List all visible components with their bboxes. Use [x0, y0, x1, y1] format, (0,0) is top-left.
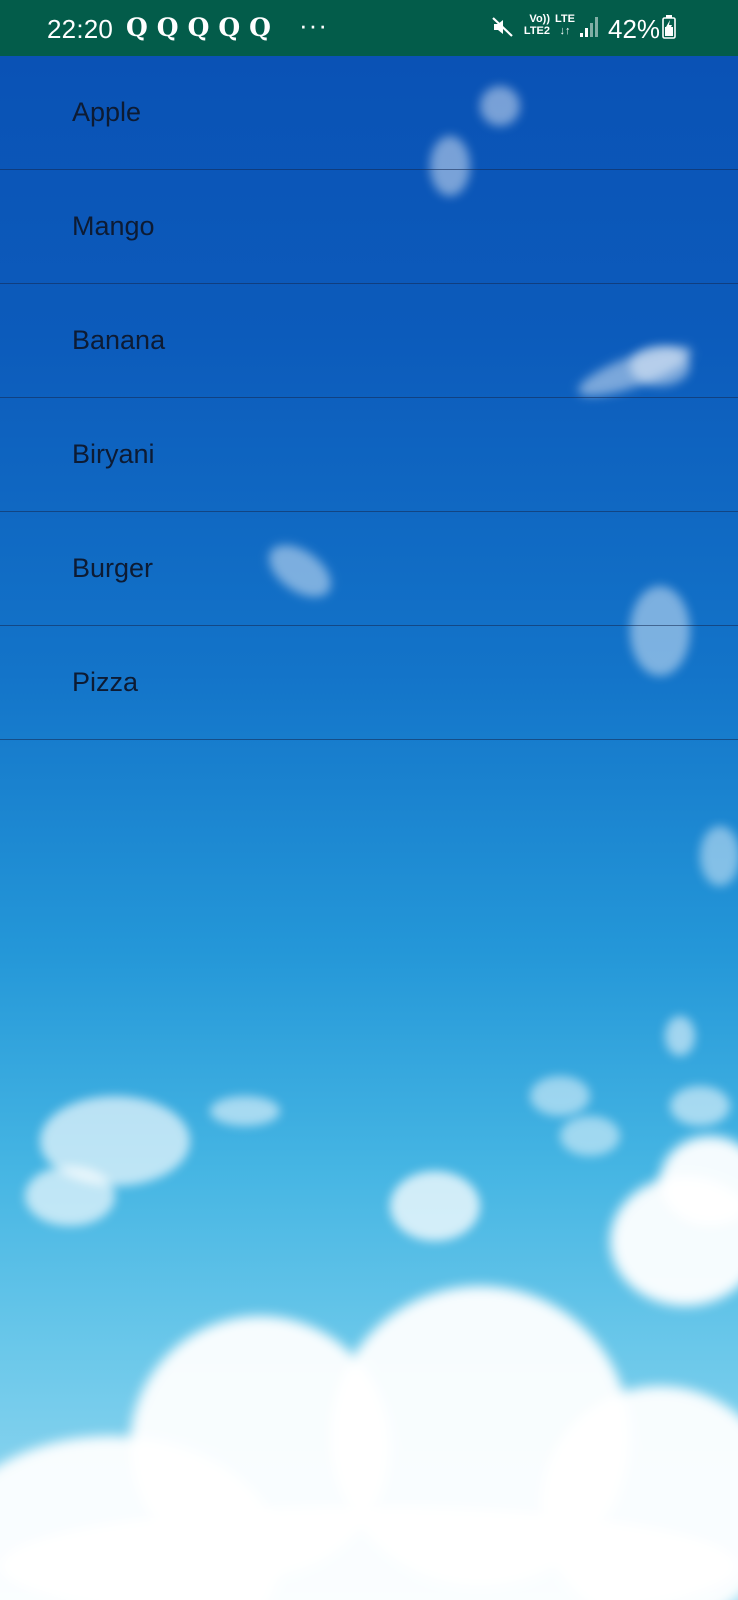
notification-q-icon: Q: [218, 13, 241, 42]
status-time: 22:20: [47, 14, 114, 44]
list-item-label: Apple: [72, 96, 142, 127]
list-item[interactable]: Mango: [0, 170, 738, 284]
food-list: Apple Mango Banana Biryani Burger Pizza: [0, 56, 738, 740]
notification-q-icon: Q: [156, 13, 179, 42]
list-item[interactable]: Apple: [0, 56, 738, 170]
list-item[interactable]: Banana: [0, 284, 738, 398]
notification-q-icon: Q: [187, 13, 210, 42]
lte-icon: LTE ↓↑: [555, 13, 575, 37]
notification-q-icon: Q: [249, 13, 271, 42]
notification-icons: Q Q Q Q Q: [126, 12, 280, 44]
list-item-label: Burger: [72, 552, 154, 583]
list-item[interactable]: Biryani: [0, 398, 738, 512]
mute-icon: [491, 15, 515, 44]
list-item-label: Banana: [72, 324, 166, 355]
volte-icon: Vo)) LTE2: [523, 13, 550, 37]
battery-percent: 42%: [608, 14, 661, 44]
list-item-label: Pizza: [72, 666, 139, 697]
list-item-label: Mango: [72, 210, 155, 241]
list-item-label: Biryani: [72, 438, 155, 469]
list-item[interactable]: Pizza: [0, 626, 738, 740]
list-item[interactable]: Burger: [0, 512, 738, 626]
notification-q-icon: Q: [126, 13, 148, 42]
more-notifications-icon: ···: [299, 10, 328, 40]
signal-icon: [579, 15, 601, 44]
status-bar: 22:20 Q Q Q Q Q ··· Vo)) LTE2 LTE ↓↑ 42%: [0, 0, 738, 56]
battery-icon: [662, 15, 676, 44]
